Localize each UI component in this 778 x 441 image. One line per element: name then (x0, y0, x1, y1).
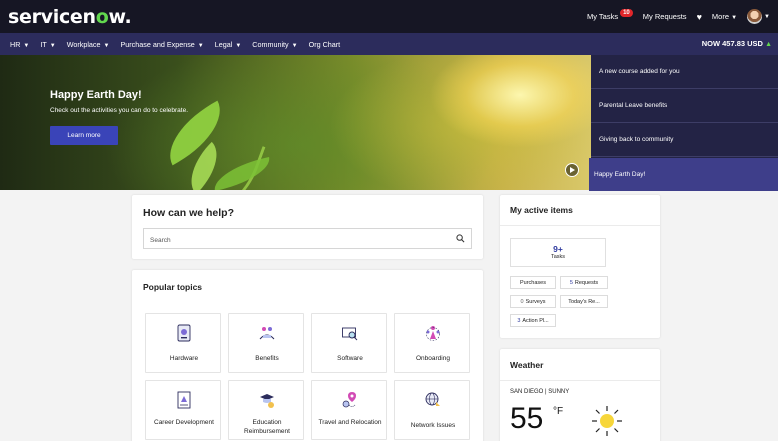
chevron-down-icon: ▼ (731, 15, 738, 21)
top-bar: servicenow. My Tasks 10 My Requests ♥ Mo… (0, 0, 778, 33)
software-icon (342, 327, 358, 341)
play-icon[interactable] (565, 163, 579, 177)
weather-temperature: 55 (510, 402, 544, 435)
nav-item-org-chart[interactable]: Org Chart (309, 40, 341, 49)
carousel-slide-2[interactable]: Parental Leave benefits (591, 89, 778, 123)
topic-tile-hardware[interactable]: Hardware (145, 313, 221, 373)
help-card: How can we help? (132, 195, 483, 259)
topic-tile-benefits[interactable]: Benefits (228, 313, 304, 373)
servicenow-logo[interactable]: servicenow. (8, 6, 132, 28)
nav-item-hr[interactable]: HR ▼ (10, 40, 29, 49)
chevron-down-icon: ▼ (197, 42, 204, 49)
tasks-counter[interactable]: 9+ Tasks (510, 238, 606, 267)
help-title: How can we help? (143, 207, 235, 219)
carousel-slide-list: A new course added for you Parental Leav… (589, 55, 778, 191)
hero-banner (0, 55, 591, 190)
main-nav: HR ▼ IT ▼ Workplace ▼ Purchase and Expense ▼ Leg… (0, 33, 778, 55)
search-icon[interactable] (456, 234, 465, 243)
weather-title: Weather (510, 360, 544, 370)
topic-tile-software[interactable]: Software (311, 313, 387, 373)
nav-item-purchase-and-expense[interactable]: Purchase and Expense ▼ (120, 40, 203, 49)
benefits-icon (259, 327, 275, 340)
nav-item-legal[interactable]: Legal ▼ (215, 40, 242, 49)
nav-item-community[interactable]: Community ▼ (252, 40, 297, 49)
purchases-pill[interactable]: Purchases (510, 276, 556, 289)
network-icon (425, 392, 440, 406)
chevron-down-icon: ▼ (764, 13, 770, 20)
weather-unit: °F (553, 406, 564, 417)
hardware-icon (177, 324, 191, 342)
active-items-title: My active items (510, 205, 573, 215)
search-input[interactable] (144, 231, 444, 250)
career-development-icon (177, 391, 191, 409)
hero-title: Happy Earth Day! (50, 89, 142, 101)
chevron-down-icon: ▼ (23, 42, 30, 49)
avatar (747, 9, 763, 24)
travel-icon (342, 392, 356, 408)
wishlist-heart-icon[interactable]: ♥ (697, 12, 702, 22)
arrow-up-icon: ▲ (765, 41, 772, 48)
search-box (143, 228, 472, 250)
weather-location: SAN DIEGO | SUNNY (510, 389, 570, 395)
chevron-down-icon: ▼ (291, 42, 298, 49)
nav-item-it[interactable]: IT ▼ (40, 40, 55, 49)
carousel-slide-4-active[interactable]: Happy Earth Day! (589, 158, 778, 191)
weather-card: Weather SAN DIEGO | SUNNY 55 °F (500, 349, 660, 441)
popular-topics-card: Popular topics Hardware Benefits Softwar… (132, 270, 483, 441)
now-balance: NOW 457.83 USD ▲ (701, 39, 772, 48)
todays-pill[interactable]: Today's Re... (560, 295, 608, 308)
action-plans-pill[interactable]: 3 Action Pl... (510, 314, 556, 327)
my-requests-link[interactable]: My Requests (643, 12, 687, 21)
chevron-down-icon: ▼ (103, 42, 110, 49)
topic-tile-network-issues[interactable]: Network Issues (394, 380, 470, 440)
carousel-slide-1[interactable]: A new course added for you (591, 55, 778, 89)
carousel-slide-3[interactable]: Giving back to community (591, 123, 778, 157)
active-items-card: My active items 9+ Tasks Purchases 5 Requ… (500, 195, 660, 338)
my-tasks-link[interactable]: My Tasks 10 (587, 8, 633, 21)
chevron-down-icon: ▼ (49, 42, 56, 49)
topic-tile-education-reimbursement[interactable]: Education Reimbursement (228, 380, 304, 440)
topic-tile-onboarding[interactable]: Onboarding (394, 313, 470, 373)
onboarding-icon (426, 326, 440, 341)
education-icon (260, 394, 274, 408)
hero-subtitle: Check out the activities you can do to c… (50, 107, 189, 114)
surveys-pill[interactable]: 0 Surveys (510, 295, 556, 308)
learn-more-button[interactable]: Learn more (50, 126, 118, 145)
requests-pill[interactable]: 5 Requests (560, 276, 608, 289)
nav-item-workplace[interactable]: Workplace ▼ (67, 40, 110, 49)
user-menu[interactable]: ▼ (747, 9, 770, 24)
topic-tile-career-development[interactable]: Career Development (145, 380, 221, 440)
my-tasks-badge: 10 (620, 8, 633, 17)
more-menu[interactable]: More ▼ (712, 12, 737, 21)
chevron-down-icon: ▼ (235, 42, 242, 49)
popular-topics-title: Popular topics (143, 282, 203, 292)
topic-tile-travel-relocation[interactable]: Travel and Relocation (311, 380, 387, 440)
sun-icon (592, 406, 622, 436)
